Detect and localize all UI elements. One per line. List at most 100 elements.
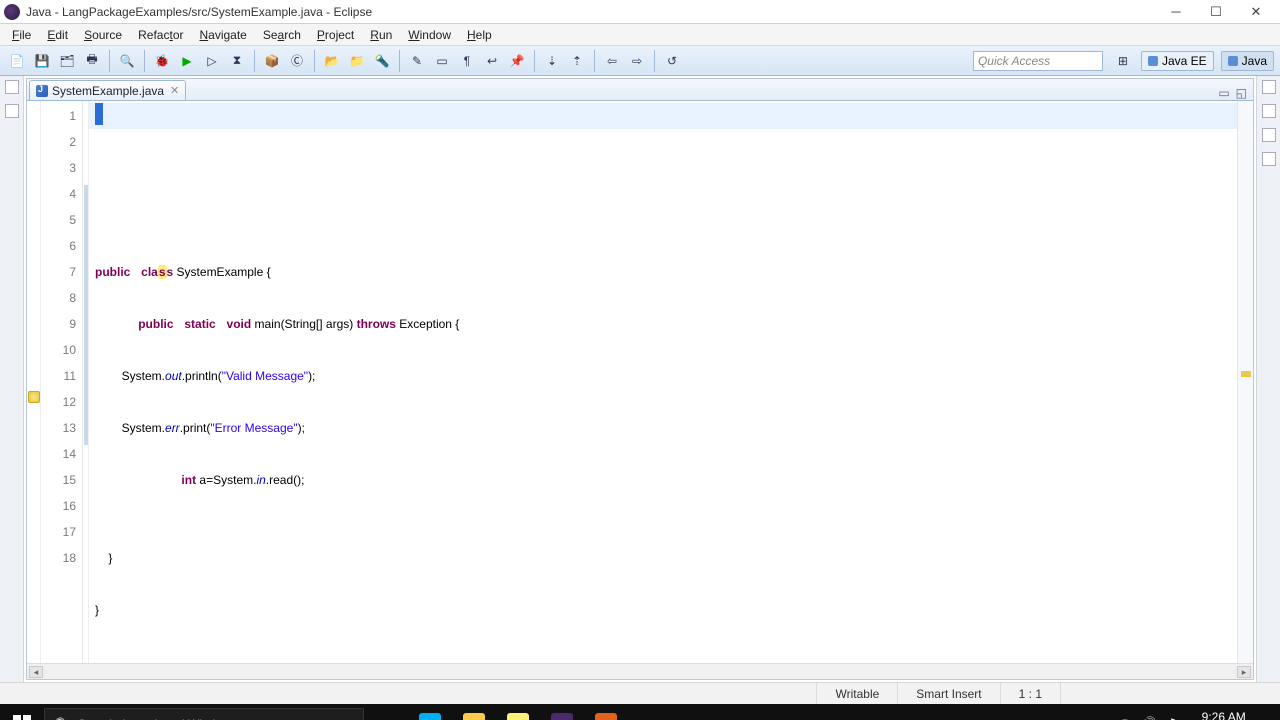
next-annotation-button[interactable]: ⇣: [541, 50, 563, 72]
menu-window[interactable]: Window: [400, 26, 459, 44]
close-button[interactable]: ✕: [1236, 2, 1276, 22]
minimize-button[interactable]: ─: [1156, 2, 1196, 22]
open-task-button[interactable]: 📂: [321, 50, 343, 72]
eclipse-icon: [4, 4, 20, 20]
text-cursor: [95, 103, 103, 125]
overview-warning-icon[interactable]: [1241, 371, 1251, 377]
editor-tab[interactable]: SystemExample.java ✕: [29, 80, 186, 100]
new-button[interactable]: 📄: [6, 50, 28, 72]
taskbar-app-other[interactable]: [584, 704, 628, 720]
tray-network-icon[interactable]: ▮: [1121, 716, 1128, 720]
scroll-right-icon[interactable]: ▸: [1237, 666, 1251, 678]
line-number: 8: [41, 285, 76, 311]
editor-region: SystemExample.java ✕ ▭ ◱ 123456789101112…: [26, 78, 1254, 680]
menu-search[interactable]: Search: [255, 26, 309, 44]
menu-file[interactable]: File: [4, 26, 39, 44]
code-area[interactable]: public class SystemExample { public stat…: [89, 101, 1237, 663]
perspective-label: Java: [1242, 54, 1267, 68]
taskbar-app-eclipse[interactable]: [540, 704, 584, 720]
menu-navigate[interactable]: Navigate: [191, 26, 254, 44]
pin-editor-button[interactable]: 📌: [506, 50, 528, 72]
coverage-button[interactable]: ⧗: [226, 50, 248, 72]
prev-annotation-button[interactable]: ⇡: [566, 50, 588, 72]
separator: [534, 50, 535, 72]
save-button[interactable]: 💾: [31, 50, 53, 72]
maximize-button[interactable]: ☐: [1196, 2, 1236, 22]
new-class-button[interactable]: Ⓒ: [286, 50, 308, 72]
status-insert-mode: Smart Insert: [897, 683, 999, 704]
work-area: SystemExample.java ✕ ▭ ◱ 123456789101112…: [0, 76, 1280, 682]
save-all-button[interactable]: 🗂: [56, 50, 78, 72]
run-button[interactable]: ▶: [176, 50, 198, 72]
fold-range-bar: [84, 185, 88, 445]
maximize-editor-icon[interactable]: ◱: [1236, 86, 1247, 100]
task-view-button[interactable]: ⧉: [364, 704, 408, 720]
menu-edit[interactable]: Edit: [39, 26, 76, 44]
restore-view-icon[interactable]: [1262, 128, 1276, 142]
line-number: 9: [41, 311, 76, 337]
restore-view-icon[interactable]: [1262, 104, 1276, 118]
tray-clock[interactable]: 9:26 AM 7/29/2017: [1192, 711, 1245, 720]
debug-button[interactable]: 🐞: [151, 50, 173, 72]
tray-flag-icon[interactable]: ⚑: [1169, 716, 1181, 720]
menu-help[interactable]: Help: [459, 26, 500, 44]
close-tab-icon[interactable]: ✕: [170, 84, 179, 97]
separator: [109, 50, 110, 72]
menu-source[interactable]: Source: [76, 26, 130, 44]
menu-refactor[interactable]: Refactor: [130, 26, 191, 44]
start-button[interactable]: [0, 704, 44, 720]
perspective-java[interactable]: Java: [1221, 51, 1274, 71]
horizontal-scrollbar[interactable]: ◂ ▸: [27, 663, 1253, 679]
tray-chevron-up-icon[interactable]: ˄: [1102, 717, 1110, 720]
menu-run[interactable]: Run: [362, 26, 400, 44]
show-whitespace-button[interactable]: ¶: [456, 50, 478, 72]
perspective-javaee[interactable]: Java EE: [1141, 51, 1214, 71]
toggle-word-wrap-button[interactable]: ↩: [481, 50, 503, 72]
title-bar: Java - LangPackageExamples/src/SystemExa…: [0, 0, 1280, 24]
current-line-highlight: [89, 103, 1237, 129]
line-number: 7: [41, 259, 76, 285]
taskbar-search-input[interactable]: 🔍 Search the web and Windows: [44, 708, 364, 720]
restore-view-icon[interactable]: [5, 104, 19, 118]
back-button[interactable]: ⇦: [601, 50, 623, 72]
scroll-left-icon[interactable]: ◂: [29, 666, 43, 678]
line-number-ruler: 123456789101112131415161718: [41, 101, 83, 663]
overview-ruler[interactable]: [1237, 101, 1253, 663]
print-button[interactable]: 🖶: [81, 50, 103, 72]
editor-tab-tools: ▭ ◱: [1218, 86, 1253, 100]
tray-notifications-icon[interactable]: ▭: [1258, 716, 1270, 720]
restore-view-icon[interactable]: [1262, 152, 1276, 166]
run-last-button[interactable]: ▷: [201, 50, 223, 72]
line-number: 15: [41, 467, 76, 493]
marker-column: [27, 101, 41, 663]
editor-tabstrip: SystemExample.java ✕ ▭ ◱: [27, 79, 1253, 101]
search-button[interactable]: 🔦: [371, 50, 393, 72]
menu-project[interactable]: Project: [309, 26, 362, 44]
tray-volume-icon[interactable]: 🔊: [1140, 716, 1156, 720]
javaee-icon: [1148, 56, 1158, 66]
toggle-block-button[interactable]: ▭: [431, 50, 453, 72]
forward-button[interactable]: ⇨: [626, 50, 648, 72]
restore-view-icon[interactable]: [5, 80, 19, 94]
line-number: 10: [41, 337, 76, 363]
toolbar: 📄 💾 🗂 🖶 🔍 🐞 ▶ ▷ ⧗ 📦 Ⓒ 📂 📁 🔦 ✎ ▭ ¶ ↩ 📌 ⇣ …: [0, 46, 1280, 76]
open-type-button[interactable]: 🔍: [116, 50, 138, 72]
system-tray: ˄ ▮ 🔊 ⚑ 9:26 AM 7/29/2017 ▭: [1092, 711, 1280, 720]
open-folder-button[interactable]: 📁: [346, 50, 368, 72]
separator: [594, 50, 595, 72]
warning-marker-icon[interactable]: [28, 391, 40, 403]
taskbar-app-skype[interactable]: [408, 704, 452, 720]
restore-view-icon[interactable]: [1262, 80, 1276, 94]
minimize-editor-icon[interactable]: ▭: [1218, 86, 1229, 100]
line-number: 6: [41, 233, 76, 259]
last-edit-button[interactable]: ↺: [661, 50, 683, 72]
new-package-button[interactable]: 📦: [261, 50, 283, 72]
taskbar-app-explorer[interactable]: [452, 704, 496, 720]
open-perspective-button[interactable]: ⊞: [1112, 50, 1134, 72]
perspective-label: Java EE: [1162, 54, 1207, 68]
separator: [254, 50, 255, 72]
taskbar-app-notes[interactable]: [496, 704, 540, 720]
toggle-mark-button[interactable]: ✎: [406, 50, 428, 72]
quick-access-input[interactable]: Quick Access: [973, 51, 1103, 71]
right-trim: [1256, 76, 1280, 682]
